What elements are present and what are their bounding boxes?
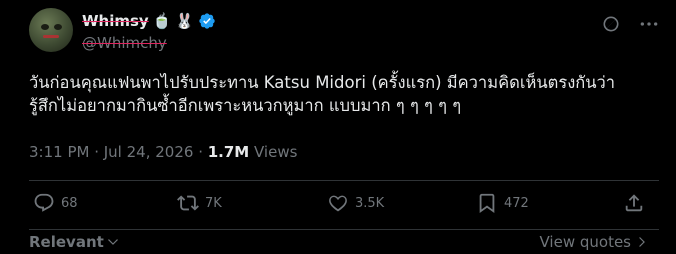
avatar[interactable] xyxy=(29,8,73,52)
tweet-header: Whimsy 🍵 🐰 @Whimchy xyxy=(29,8,659,58)
avatar-eye-right xyxy=(54,24,62,30)
heart-icon xyxy=(329,195,347,212)
rabbit-emoji: 🐰 xyxy=(175,11,195,30)
repost-icon xyxy=(177,195,199,211)
more-options-icon[interactable] xyxy=(639,14,659,34)
view-quotes-link[interactable]: View quotes xyxy=(540,233,650,251)
view-quotes-label: View quotes xyxy=(539,233,632,251)
bookmark-icon xyxy=(479,193,495,214)
views-label: Views xyxy=(249,143,298,161)
verified-badge-icon xyxy=(199,13,215,29)
author-names: Whimsy 🍵 🐰 @Whimchy xyxy=(82,10,216,52)
sort-replies-dropdown[interactable]: Relevant xyxy=(29,233,120,251)
tweet-text-line-2: รู้สึกไม่อยากมากินซ้ำอีกเพราะหนวกหูมาก แ… xyxy=(29,96,462,115)
views-count: 1.7M xyxy=(207,143,250,161)
like-count: 3.5K xyxy=(355,195,385,211)
timestamp[interactable]: 3:11 PM · Jul 24, 2026 xyxy=(29,143,193,161)
share-button[interactable] xyxy=(623,192,645,214)
avatar-mouth xyxy=(43,35,59,38)
display-name-row: Whimsy 🍵 🐰 xyxy=(82,10,216,32)
meta-separator: · xyxy=(193,143,208,161)
display-name[interactable]: Whimsy xyxy=(82,12,149,30)
like-button[interactable]: 3.5K xyxy=(327,192,384,214)
repost-count: 7K xyxy=(205,195,222,211)
tweet-body: วันก่อนคุณแฟนพาไปรับประทาน Katsu Midori … xyxy=(29,71,659,117)
header-actions xyxy=(601,14,659,34)
divider-bottom xyxy=(29,229,659,230)
sort-label: Relevant xyxy=(29,233,104,251)
divider-top xyxy=(29,180,659,181)
bookmark-button[interactable]: 472 xyxy=(476,192,529,214)
reply-button[interactable]: 68 xyxy=(33,192,78,214)
avatar-eye-left xyxy=(41,24,49,30)
bookmark-count: 472 xyxy=(504,195,529,211)
matcha-emoji: 🍵 xyxy=(152,11,172,30)
chevron-down-icon xyxy=(107,239,118,245)
user-handle[interactable]: @Whimchy xyxy=(82,34,216,52)
replies-footer: Relevant View quotes xyxy=(29,233,659,254)
chevron-right-icon xyxy=(639,237,645,247)
tweet-text-line-1: วันก่อนคุณแฟนพาไปรับประทาน Katsu Midori … xyxy=(29,73,616,92)
action-bar: 68 7K 3.5K 472 xyxy=(29,192,659,222)
reply-count: 68 xyxy=(61,195,78,211)
grok-icon[interactable] xyxy=(601,14,621,34)
reply-icon xyxy=(34,193,54,212)
repost-button[interactable]: 7K xyxy=(177,192,222,214)
share-icon xyxy=(625,194,643,212)
tweet-meta: 3:11 PM · Jul 24, 2026 · 1.7M Views xyxy=(29,143,297,161)
